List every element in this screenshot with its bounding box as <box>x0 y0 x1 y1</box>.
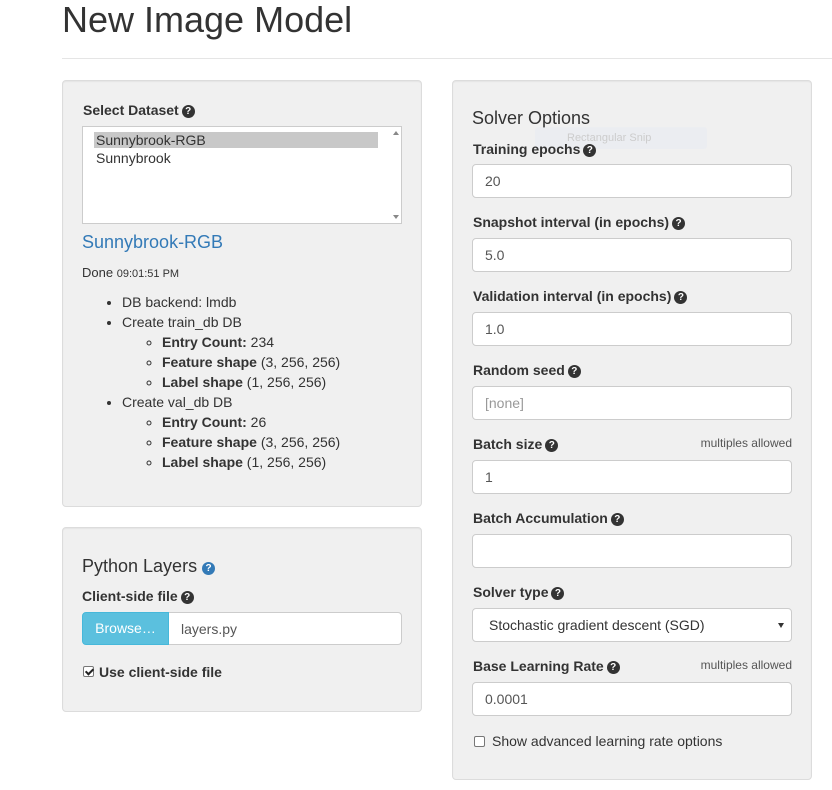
help-icon[interactable]: ? <box>674 291 688 304</box>
val-label-shape: Label shape (1, 256, 256) <box>162 452 340 472</box>
status-text: Done <box>82 265 114 280</box>
solver-type-value: Stochastic gradient descent (SGD) <box>489 617 705 633</box>
base-learning-rate-label: Base Learning Rate? <box>473 658 620 674</box>
advanced-lr-checkbox[interactable] <box>474 736 485 747</box>
caret-down-icon <box>778 623 784 628</box>
scroll-up-arrow-icon[interactable] <box>393 131 399 135</box>
help-icon[interactable]: ? <box>545 439 559 452</box>
batch-accumulation-input[interactable] <box>472 534 792 568</box>
solver-type-label: Solver type? <box>473 584 565 600</box>
base-lr-note: multiples allowed <box>700 658 792 672</box>
solver-type-select[interactable]: Stochastic gradient descent (SGD) <box>472 608 792 642</box>
val-feature-shape: Feature shape (3, 256, 256) <box>162 432 340 452</box>
use-client-file-checkbox[interactable] <box>83 666 94 677</box>
detail-val-db: Create val_db DB Entry Count: 26 Feature… <box>122 392 340 472</box>
dataset-select-list[interactable]: Sunnybrook-RGB Sunnybrook <box>82 126 402 224</box>
job-status: Done 09:01:51 PM <box>82 265 179 280</box>
scroll-down-arrow-icon[interactable] <box>393 215 399 219</box>
list-scrollbar[interactable] <box>392 128 400 222</box>
dataset-option[interactable]: Sunnybrook-RGB <box>94 132 378 148</box>
python-layers-panel: Python Layers? Client-side file? Browse…… <box>62 527 422 712</box>
batch-accumulation-label: Batch Accumulation? <box>473 510 624 526</box>
random-seed-label: Random seed? <box>473 362 581 378</box>
validation-interval-label: Validation interval (in epochs)? <box>473 288 688 304</box>
help-icon[interactable]: ? <box>181 105 195 118</box>
browse-button[interactable]: Browse… <box>82 612 169 645</box>
dataset-link[interactable]: Sunnybrook-RGB <box>82 232 223 253</box>
help-icon[interactable]: ? <box>610 513 624 526</box>
client-side-file-label: Client-side file? <box>82 588 194 604</box>
help-icon[interactable]: ? <box>606 661 620 674</box>
status-time: 09:01:51 PM <box>116 268 180 280</box>
dataset-panel: Select Dataset? Sunnybrook-RGB Sunnybroo… <box>62 80 422 507</box>
validation-interval-input[interactable]: 1.0 <box>472 312 792 346</box>
help-icon[interactable]: ? <box>567 365 581 378</box>
solver-options-panel: Solver Options Rectangular Snip Training… <box>452 80 812 780</box>
train-entry-count: Entry Count: 234 <box>162 332 340 352</box>
batch-size-note: multiples allowed <box>700 436 792 450</box>
help-icon[interactable]: ? <box>180 591 194 604</box>
detail-backend: DB backend: lmdb <box>122 292 340 312</box>
training-epochs-label: Training epochs? <box>473 141 597 157</box>
advanced-lr-label[interactable]: Show advanced learning rate options <box>492 733 722 749</box>
use-client-file-label[interactable]: Use client-side file <box>99 664 222 680</box>
base-learning-rate-input[interactable]: 0.0001 <box>472 682 792 716</box>
training-epochs-input[interactable]: 20 <box>472 164 792 198</box>
val-entry-count: Entry Count: 26 <box>162 412 340 432</box>
batch-size-input[interactable]: 1 <box>472 460 792 494</box>
dataset-details: DB backend: lmdb Create train_db DB Entr… <box>82 292 340 472</box>
python-layers-title: Python Layers? <box>82 556 216 577</box>
solver-options-title: Solver Options <box>472 108 591 128</box>
help-icon[interactable]: ? <box>551 587 565 600</box>
file-name-field[interactable]: layers.py <box>169 612 402 645</box>
train-feature-shape: Feature shape (3, 256, 256) <box>162 352 340 372</box>
random-seed-input[interactable]: [none] <box>472 386 792 420</box>
detail-train-db: Create train_db DB Entry Count: 234 Feat… <box>122 312 340 392</box>
snapshot-interval-label: Snapshot interval (in epochs)? <box>473 214 686 230</box>
train-label-shape: Label shape (1, 256, 256) <box>162 372 340 392</box>
title-divider <box>62 58 832 59</box>
page-title: New Image Model <box>62 0 353 40</box>
help-icon[interactable]: ? <box>202 562 216 575</box>
dataset-option[interactable]: Sunnybrook <box>96 150 171 166</box>
select-dataset-label: Select Dataset? <box>83 102 195 118</box>
help-icon[interactable]: ? <box>672 217 686 230</box>
snapshot-interval-input[interactable]: 5.0 <box>472 238 792 272</box>
help-icon[interactable]: ? <box>583 144 597 157</box>
batch-size-label: Batch size? <box>473 436 559 452</box>
